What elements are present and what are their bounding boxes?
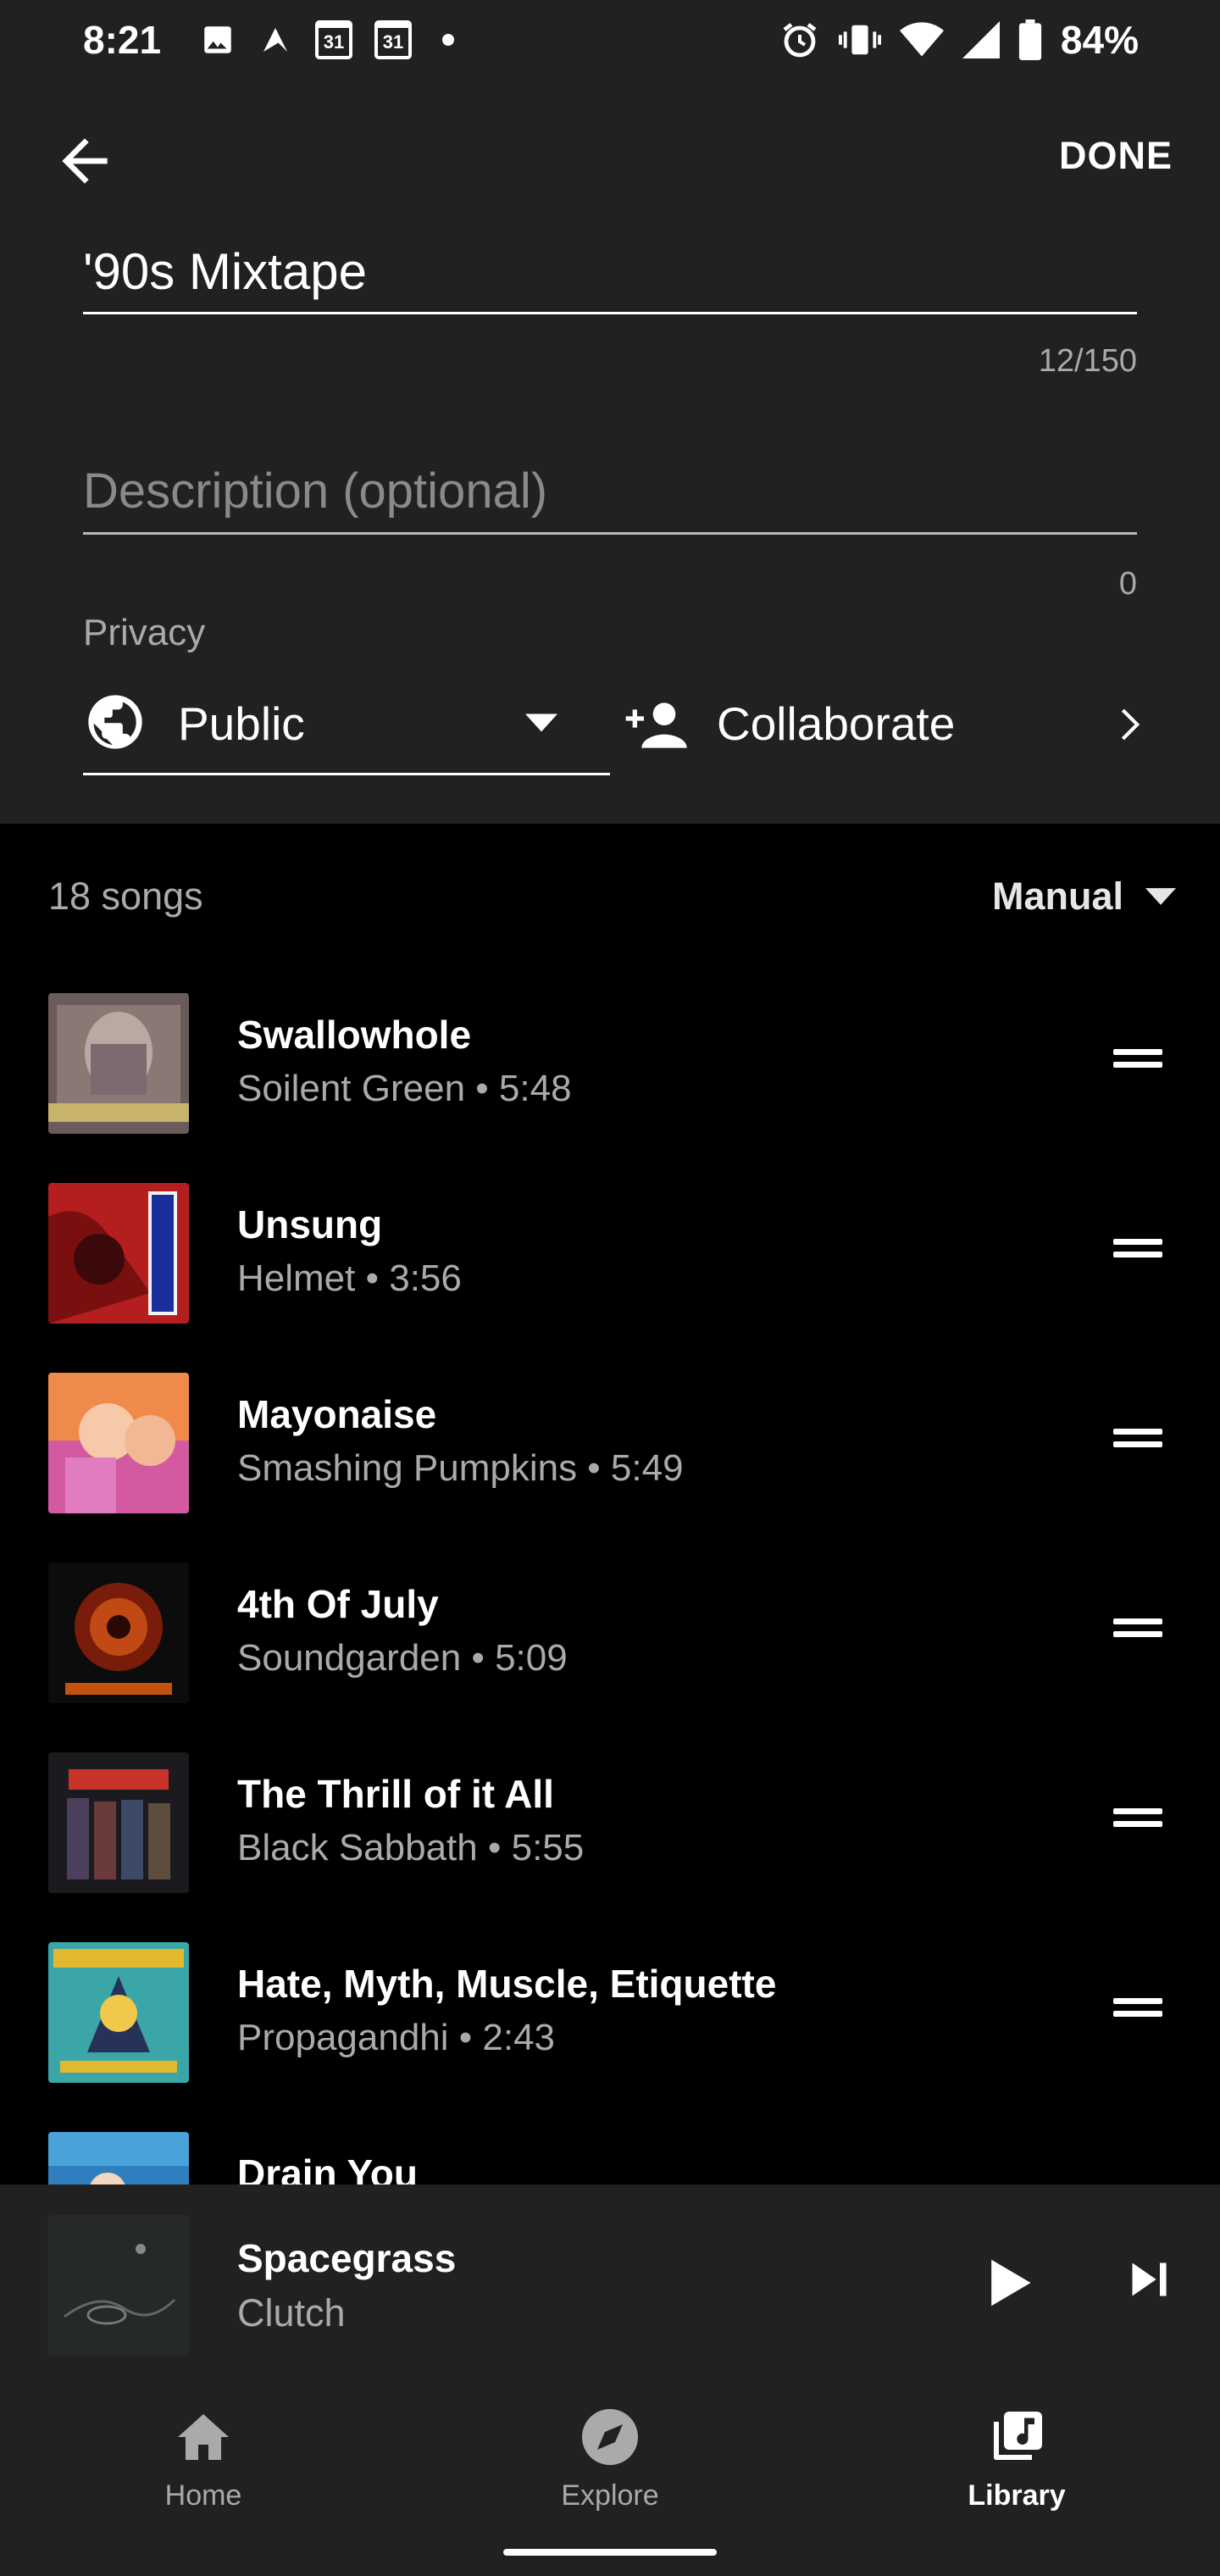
album-art — [48, 1563, 189, 1703]
song-title: The Thrill of it All — [237, 1772, 554, 1816]
song-list: Swallowhole Soilent Green • 5:48 Unsung … — [0, 973, 1220, 2185]
bottom-navigation: Home Explore Library — [0, 2361, 1220, 2576]
album-art — [47, 2215, 190, 2356]
compass-icon — [582, 2409, 638, 2465]
mini-player[interactable]: Spacegrass Clutch — [0, 2185, 1220, 2361]
status-bar: 8:21 31 31 84% — [0, 0, 1220, 85]
list-item[interactable]: Unsung Helmet • 3:56 — [0, 1163, 1220, 1352]
gesture-home-indicator[interactable] — [503, 2549, 717, 2556]
nav-explore[interactable]: Explore — [508, 2407, 712, 2512]
list-item[interactable]: Mayonaise Smashing Pumpkins • 5:49 — [0, 1352, 1220, 1542]
drag-handle-icon[interactable] — [1113, 1995, 1162, 2020]
song-title: Unsung — [237, 1202, 383, 1246]
dropdown-arrow-icon — [525, 713, 557, 732]
album-art — [48, 1942, 189, 2083]
song-artist-duration: Soundgarden • 5:09 — [237, 1637, 568, 1679]
description-placeholder: Description (optional) — [83, 464, 548, 519]
battery-icon — [1018, 19, 1042, 60]
vibrate-icon — [838, 25, 881, 55]
now-playing-title: Spacegrass — [237, 2236, 457, 2280]
system-icons: 84% — [779, 17, 1139, 63]
now-playing-artist: Clutch — [237, 2291, 346, 2334]
alarm-icon — [783, 23, 817, 58]
album-art — [48, 1752, 189, 1893]
globe-icon — [88, 695, 142, 749]
nav-home-label: Home — [164, 2479, 242, 2512]
wifi-icon — [899, 22, 944, 57]
song-artist-duration: Soilent Green • 5:48 — [237, 1068, 572, 1109]
privacy-value: Public — [178, 697, 305, 750]
album-art — [48, 2132, 189, 2185]
library-music-icon — [994, 2412, 1042, 2460]
navigation-arrow-icon — [263, 28, 287, 52]
drag-handle-icon[interactable] — [1113, 1805, 1162, 1830]
dropdown-arrow-icon — [1145, 888, 1176, 905]
calendar-icon: 31 — [374, 20, 412, 59]
song-title: Swallowhole — [237, 1013, 472, 1057]
album-art — [48, 1183, 189, 1324]
list-item[interactable]: 4th Of July Soundgarden • 5:09 — [0, 1542, 1220, 1732]
album-art — [48, 1373, 189, 1513]
privacy-dropdown[interactable]: Public — [83, 678, 610, 775]
battery-percentage: 84% — [1060, 18, 1139, 62]
drag-handle-icon[interactable] — [1113, 1046, 1162, 1071]
nav-home[interactable]: Home — [102, 2407, 305, 2512]
song-artist-duration: Propagandhi • 2:43 — [237, 2017, 556, 2058]
description-field[interactable]: Description (optional) — [83, 456, 1137, 535]
back-button[interactable] — [51, 127, 119, 195]
drag-handle-icon[interactable] — [1113, 1235, 1162, 1261]
nav-library-label: Library — [968, 2479, 1066, 2512]
sort-label: Manual — [991, 874, 1123, 918]
chevron-right-icon — [1121, 708, 1140, 741]
drag-handle-icon[interactable] — [1113, 1615, 1162, 1641]
list-item[interactable]: The Thrill of it All Black Sabbath • 5:5… — [0, 1732, 1220, 1922]
status-time: 8:21 — [83, 18, 162, 62]
notification-icons: 31 31 — [200, 20, 454, 59]
nav-library[interactable]: Library — [915, 2407, 1118, 2512]
song-title: Drain You — [237, 2151, 418, 2185]
signal-icon — [962, 21, 1000, 58]
list-item[interactable]: Drain You — [0, 2112, 1220, 2185]
title-char-counter: 12/150 — [1038, 343, 1137, 379]
song-artist-duration: Smashing Pumpkins • 5:49 — [237, 1447, 684, 1489]
playlist-title-value: '90s Mixtape — [83, 243, 367, 300]
collaborate-label: Collaborate — [717, 697, 956, 750]
song-title: Mayonaise — [237, 1392, 437, 1436]
skip-next-icon[interactable] — [1127, 2257, 1171, 2301]
description-char-counter: 0 — [1118, 566, 1137, 602]
collaborate-button[interactable]: Collaborate — [624, 678, 1149, 773]
list-item[interactable]: Swallowhole Soilent Green • 5:48 — [0, 973, 1220, 1163]
song-title: 4th Of July — [237, 1582, 439, 1626]
song-artist-duration: Helmet • 3:56 — [237, 1257, 462, 1299]
song-count: 18 songs — [48, 874, 203, 918]
playlist-title-field[interactable]: '90s Mixtape — [83, 236, 1137, 314]
calendar-icon: 31 — [315, 20, 352, 59]
song-artist-duration: Black Sabbath • 5:55 — [237, 1827, 585, 1868]
drag-handle-icon[interactable] — [1113, 1425, 1162, 1451]
play-icon[interactable] — [986, 2257, 1034, 2308]
list-item[interactable]: Hate, Myth, Muscle, Etiquette Propagandh… — [0, 1922, 1220, 2112]
nav-explore-label: Explore — [561, 2479, 659, 2512]
song-title: Hate, Myth, Muscle, Etiquette — [237, 1962, 777, 2006]
arrow-back-icon — [62, 138, 108, 184]
home-icon — [178, 2414, 229, 2460]
album-art — [48, 993, 189, 1134]
more-notifications-dot-icon — [442, 34, 454, 46]
image-icon — [204, 26, 231, 53]
done-button[interactable]: DONE — [1059, 134, 1173, 178]
privacy-label: Privacy — [83, 612, 206, 653]
sort-dropdown[interactable]: Manual — [992, 874, 1176, 919]
playlist-edit-form: DONE '90s Mixtape 12/150 Description (op… — [0, 85, 1220, 824]
add-person-icon — [625, 702, 687, 748]
